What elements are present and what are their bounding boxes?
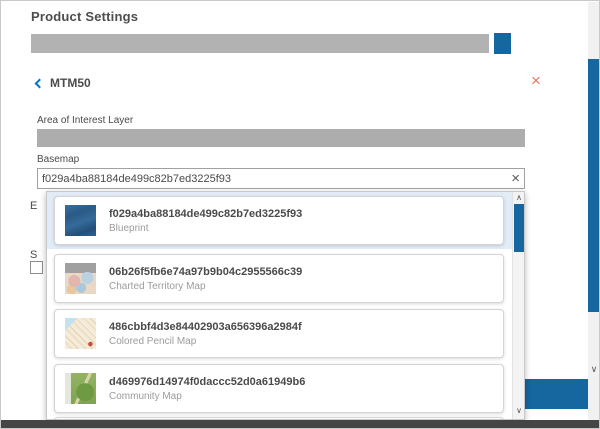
dialog-scroll-down-icon[interactable]: ∨ (588, 364, 600, 375)
scroll-up-icon[interactable]: ∧ (513, 193, 525, 203)
list-item[interactable]: 486cbbf4d3e84402903a656396a2984f Colored… (54, 309, 504, 358)
list-item[interactable]: 06b26f5fb6e74a97b9b04c2955566c39 Charted… (54, 254, 504, 303)
product-settings-dialog: Product Settings MTM50 × Area of Interes… (0, 0, 600, 429)
obscured-checkbox[interactable] (30, 261, 43, 274)
dropdown-scrollbar-thumb[interactable] (514, 204, 524, 252)
basemap-input-value[interactable]: f029a4ba88184de499c82b7ed3225f93 (38, 173, 509, 185)
basemap-item-id: f029a4ba88184de499c82b7ed3225f93 (109, 208, 302, 220)
dialog-scrollbar[interactable]: ∨ (588, 2, 600, 420)
basemap-item-name: Blueprint (109, 223, 302, 234)
clear-icon[interactable]: × (509, 171, 524, 186)
basemap-item-id: 486cbbf4d3e84402903a656396a2984f (109, 321, 302, 333)
obscured-field-label-s: S (30, 249, 37, 261)
basemap-item-id: 06b26f5fb6e74a97b9b04c2955566c39 (109, 266, 302, 278)
back-link-label: MTM50 (50, 76, 91, 90)
chevron-left-icon (35, 79, 45, 89)
window-bottom-edge (1, 420, 600, 429)
dialog-scrollbar-thumb[interactable] (588, 59, 600, 312)
list-item[interactable]: f029a4ba88184de499c82b7ed3225f93 Bluepri… (54, 196, 504, 245)
basemap-dropdown-list: f029a4ba88184de499c82b7ed3225f93 Bluepri… (46, 191, 525, 420)
basemap-item-name: Colored Pencil Map (109, 336, 302, 347)
basemap-thumbnail-community (65, 373, 96, 404)
page-title: Product Settings (31, 9, 138, 24)
basemap-thumbnail-blueprint (65, 205, 96, 236)
obscured-field-label-e: E (30, 200, 37, 212)
back-link[interactable]: MTM50 (36, 76, 91, 90)
redacted-header-bar (31, 34, 489, 53)
basemap-thumbnail-charted-territory (65, 263, 96, 294)
dropdown-scrollbar[interactable]: ∧ ∨ (512, 192, 524, 419)
basemap-combobox[interactable]: f029a4ba88184de499c82b7ed3225f93 × (37, 168, 525, 189)
scroll-down-icon[interactable]: ∨ (513, 406, 525, 416)
aoi-layer-label: Area of Interest Layer (37, 115, 133, 126)
basemap-item-name: Community Map (109, 391, 305, 402)
basemap-item-id: d469976d14974f0daccc52d0a61949b6 (109, 376, 305, 388)
basemap-thumbnail-colored-pencil (65, 318, 96, 349)
close-icon[interactable]: × (531, 72, 541, 89)
header-action-square[interactable] (494, 33, 511, 54)
basemap-item-name: Charted Territory Map (109, 281, 302, 292)
list-item[interactable]: d469976d14974f0daccc52d0a61949b6 Communi… (54, 364, 504, 413)
basemap-label: Basemap (37, 154, 79, 165)
aoi-layer-input[interactable] (37, 129, 525, 147)
primary-action-button[interactable] (523, 379, 588, 409)
